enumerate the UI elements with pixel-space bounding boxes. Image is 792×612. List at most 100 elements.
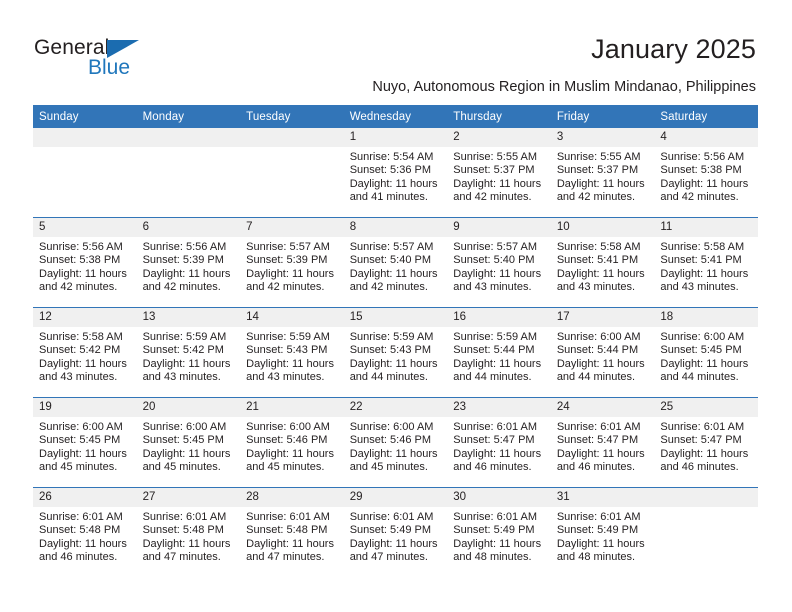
sunset-text: Sunset: 5:39 PM <box>246 254 328 267</box>
calendar-day-cell[interactable]: 26 Sunrise: 6:01 AM Sunset: 5:48 PM Dayligh… <box>33 487 137 577</box>
calendar-day-cell[interactable]: 10 Sunrise: 5:58 AM Sunset: 5:41 PM Dayligh… <box>550 217 655 308</box>
daylight-text: Daylight: 11 hours and 46 minutes. <box>453 447 542 474</box>
daylight-text: Daylight: 11 hours and 44 minutes. <box>349 357 438 384</box>
sunset-text: Sunset: 5:43 PM <box>246 344 328 357</box>
daylight-text: Daylight: 11 hours and 43 minutes. <box>142 357 231 384</box>
calendar-day-cell[interactable]: 24 Sunrise: 6:01 AM Sunset: 5:47 PM Dayligh… <box>550 397 655 488</box>
sunrise-text: Sunrise: 5:59 AM <box>453 331 538 343</box>
calendar-day-cell[interactable]: 18 Sunrise: 6:00 AM Sunset: 5:45 PM Dayligh… <box>654 307 758 398</box>
day-details: Sunrise: 5:54 AM Sunset: 5:36 PM Daylight:… <box>344 147 448 205</box>
sunrise-text: Sunrise: 5:55 AM <box>556 151 641 163</box>
day-details: Sunrise: 5:58 AM Sunset: 5:41 PM Daylight:… <box>654 237 758 295</box>
sunrise-text: Sunrise: 6:01 AM <box>556 421 641 433</box>
sunset-text: Sunset: 5:49 PM <box>349 524 432 537</box>
daylight-text: Daylight: 11 hours and 44 minutes. <box>660 357 749 384</box>
calendar-day-cell[interactable]: 14 Sunrise: 5:59 AM Sunset: 5:43 PM Dayligh… <box>240 307 344 398</box>
day-details: Sunrise: 6:01 AM Sunset: 5:47 PM Daylight:… <box>551 417 655 475</box>
day-number: 12 <box>33 308 137 327</box>
calendar-day-cell[interactable]: 29 Sunrise: 6:01 AM Sunset: 5:49 PM Dayligh… <box>343 487 448 577</box>
day-details: Sunrise: 5:56 AM Sunset: 5:39 PM Daylight:… <box>137 237 241 295</box>
calendar-day-cell[interactable]: 25 Sunrise: 6:01 AM Sunset: 5:47 PM Dayligh… <box>654 397 758 488</box>
calendar-day-cell[interactable]: 3 Sunrise: 5:55 AM Sunset: 5:37 PM Daylight… <box>550 128 655 218</box>
sunset-text: Sunset: 5:38 PM <box>660 164 742 177</box>
calendar-day-cell[interactable]: 27 Sunrise: 6:01 AM Sunset: 5:48 PM Dayligh… <box>136 487 241 577</box>
calendar-day-cell[interactable]: 4 Sunrise: 5:56 AM Sunset: 5:38 PM Daylight… <box>654 128 758 218</box>
sunset-text: Sunset: 5:40 PM <box>453 254 535 267</box>
day-details: Sunrise: 5:57 AM Sunset: 5:40 PM Daylight:… <box>447 237 551 295</box>
daylight-text: Daylight: 11 hours and 42 minutes. <box>453 177 542 204</box>
sunset-text: Sunset: 5:46 PM <box>349 434 432 447</box>
daylight-text: Daylight: 11 hours and 45 minutes. <box>349 447 438 474</box>
day-number: 15 <box>343 308 448 327</box>
sunset-text: Sunset: 5:36 PM <box>349 164 432 177</box>
calendar-day-cell[interactable]: 16 Sunrise: 5:59 AM Sunset: 5:44 PM Dayligh… <box>447 307 551 398</box>
calendar-day-cell[interactable]: 22 Sunrise: 6:00 AM Sunset: 5:46 PM Dayligh… <box>343 397 448 488</box>
calendar-day-cell[interactable]: 28 Sunrise: 6:01 AM Sunset: 5:48 PM Dayligh… <box>240 487 344 577</box>
day-number: 10 <box>550 218 655 237</box>
calendar-day-cell-empty <box>240 128 344 218</box>
calendar-day-cell[interactable]: 7 Sunrise: 5:57 AM Sunset: 5:39 PM Daylight… <box>240 217 344 308</box>
day-number: 9 <box>447 218 551 237</box>
day-number: 26 <box>33 488 137 507</box>
day-number: 23 <box>447 398 551 417</box>
sunrise-text: Sunrise: 5:58 AM <box>660 241 745 253</box>
calendar-day-cell[interactable]: 30 Sunrise: 6:01 AM Sunset: 5:49 PM Dayligh… <box>447 487 551 577</box>
sunset-text: Sunset: 5:46 PM <box>246 434 328 447</box>
day-details: Sunrise: 6:01 AM Sunset: 5:48 PM Daylight:… <box>33 507 137 565</box>
calendar-day-cell[interactable]: 17 Sunrise: 6:00 AM Sunset: 5:44 PM Dayligh… <box>550 307 655 398</box>
sunrise-text: Sunrise: 5:57 AM <box>453 241 538 253</box>
sunrise-text: Sunrise: 6:01 AM <box>142 511 227 523</box>
general-blue-logo[interactable]: General Blue <box>34 36 164 82</box>
sunset-text: Sunset: 5:49 PM <box>453 524 535 537</box>
daylight-text: Daylight: 11 hours and 42 minutes. <box>246 267 334 294</box>
day-details: Sunrise: 6:01 AM Sunset: 5:49 PM Daylight:… <box>447 507 551 565</box>
calendar-day-cell[interactable]: 12 Sunrise: 5:58 AM Sunset: 5:42 PM Dayligh… <box>33 307 137 398</box>
day-details: Sunrise: 5:56 AM Sunset: 5:38 PM Daylight:… <box>654 147 758 205</box>
calendar-day-cell[interactable]: 23 Sunrise: 6:01 AM Sunset: 5:47 PM Dayligh… <box>447 397 551 488</box>
sunset-text: Sunset: 5:41 PM <box>556 254 639 267</box>
daylight-text: Daylight: 11 hours and 47 minutes. <box>349 537 438 564</box>
day-number: 19 <box>33 398 137 417</box>
day-details: Sunrise: 6:00 AM Sunset: 5:45 PM Daylight:… <box>137 417 241 475</box>
calendar-day-cell[interactable]: 1 Sunrise: 5:54 AM Sunset: 5:36 PM Daylight… <box>343 128 448 218</box>
day-number: 30 <box>447 488 551 507</box>
calendar-day-cell[interactable]: 2 Sunrise: 5:55 AM Sunset: 5:37 PM Daylight… <box>447 128 551 218</box>
calendar-day-cell[interactable]: 20 Sunrise: 6:00 AM Sunset: 5:45 PM Dayligh… <box>136 397 241 488</box>
sunset-text: Sunset: 5:37 PM <box>556 164 639 177</box>
calendar-day-cell[interactable]: 31 Sunrise: 6:01 AM Sunset: 5:49 PM Dayligh… <box>550 487 655 577</box>
day-details: Sunrise: 6:01 AM Sunset: 5:47 PM Daylight:… <box>654 417 758 475</box>
daylight-text: Daylight: 11 hours and 46 minutes. <box>39 537 127 564</box>
day-details: Sunrise: 6:01 AM Sunset: 5:49 PM Daylight:… <box>551 507 655 565</box>
sunrise-text: Sunrise: 6:01 AM <box>556 511 641 523</box>
calendar-day-cell[interactable]: 9 Sunrise: 5:57 AM Sunset: 5:40 PM Daylight… <box>447 217 551 308</box>
day-details: Sunrise: 5:58 AM Sunset: 5:41 PM Daylight:… <box>551 237 655 295</box>
calendar-day-cell[interactable]: 11 Sunrise: 5:58 AM Sunset: 5:41 PM Dayligh… <box>654 217 758 308</box>
sunset-text: Sunset: 5:47 PM <box>660 434 742 447</box>
day-number: 24 <box>550 398 655 417</box>
calendar-day-cell[interactable]: 21 Sunrise: 6:00 AM Sunset: 5:46 PM Dayligh… <box>240 397 344 488</box>
sunset-text: Sunset: 5:39 PM <box>142 254 224 267</box>
daylight-text: Daylight: 11 hours and 43 minutes. <box>453 267 542 294</box>
calendar-day-cell[interactable]: 5 Sunrise: 5:56 AM Sunset: 5:38 PM Daylight… <box>33 217 137 308</box>
sunset-text: Sunset: 5:49 PM <box>556 524 639 537</box>
calendar-day-cell[interactable]: 6 Sunrise: 5:56 AM Sunset: 5:39 PM Daylight… <box>136 217 241 308</box>
calendar-day-cell[interactable]: 19 Sunrise: 6:00 AM Sunset: 5:45 PM Dayligh… <box>33 397 137 488</box>
sunrise-text: Sunrise: 5:59 AM <box>349 331 434 343</box>
sunrise-text: Sunrise: 5:56 AM <box>39 241 123 253</box>
calendar-day-cell[interactable]: 8 Sunrise: 5:57 AM Sunset: 5:40 PM Daylight… <box>343 217 448 308</box>
day-number <box>654 488 758 507</box>
calendar-week-row: 5 Sunrise: 5:56 AM Sunset: 5:38 PM Daylight… <box>33 217 758 308</box>
daylight-text: Daylight: 11 hours and 43 minutes. <box>556 267 645 294</box>
daylight-text: Daylight: 11 hours and 43 minutes. <box>246 357 334 384</box>
daylight-text: Daylight: 11 hours and 41 minutes. <box>349 177 438 204</box>
day-details: Sunrise: 6:00 AM Sunset: 5:45 PM Daylight:… <box>654 327 758 385</box>
day-number: 20 <box>136 398 241 417</box>
daylight-text: Daylight: 11 hours and 42 minutes. <box>349 267 438 294</box>
day-details: Sunrise: 5:55 AM Sunset: 5:37 PM Daylight:… <box>551 147 655 205</box>
calendar-day-cell[interactable]: 13 Sunrise: 5:59 AM Sunset: 5:42 PM Dayligh… <box>136 307 241 398</box>
day-details: Sunrise: 5:59 AM Sunset: 5:44 PM Daylight:… <box>447 327 551 385</box>
daylight-text: Daylight: 11 hours and 42 minutes. <box>660 177 749 204</box>
day-number: 17 <box>550 308 655 327</box>
calendar-day-cell[interactable]: 15 Sunrise: 5:59 AM Sunset: 5:43 PM Dayligh… <box>343 307 448 398</box>
sunrise-text: Sunrise: 5:57 AM <box>246 241 330 253</box>
